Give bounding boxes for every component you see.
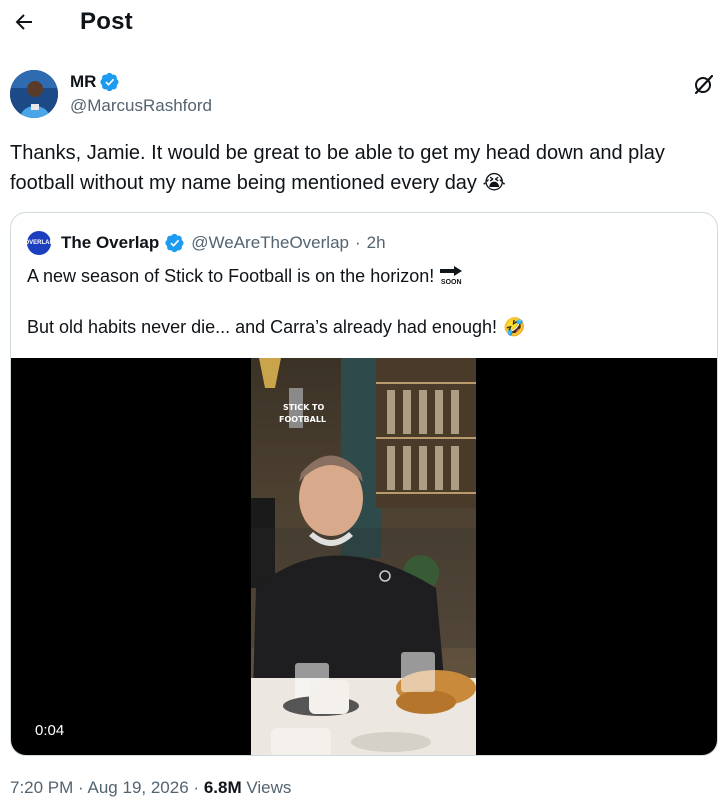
quote-line-2-text: But old habits never die... and Carra’s …: [27, 317, 497, 337]
top-header: Post: [0, 0, 726, 46]
post-body: Thanks, Jamie. It would be great to be a…: [10, 142, 665, 194]
quote-line-1: A new season of Stick to Football is on …: [27, 264, 463, 288]
author-handle[interactable]: @MarcusRashford: [70, 96, 212, 116]
quote-header: OVERLAP The Overlap @WeAreTheOverlap · 2…: [25, 231, 386, 255]
video-frame: STICK TO FOOTBALL: [251, 358, 476, 755]
show-logo-line-1: STICK TO: [283, 403, 325, 412]
laughing-emoji: 🤣: [502, 317, 526, 337]
grok-icon[interactable]: [692, 72, 716, 96]
author-name[interactable]: MR: [70, 72, 120, 92]
post-time[interactable]: 7:20 PM: [10, 778, 73, 797]
verified-badge-icon: [100, 72, 119, 92]
quote-author-handle[interactable]: @WeAreTheOverlap: [191, 233, 349, 253]
views-count[interactable]: 6.8M: [204, 778, 242, 797]
quoted-post[interactable]: OVERLAP The Overlap @WeAreTheOverlap · 2…: [10, 212, 718, 756]
post-meta: 7:20 PM · Aug 19, 2026 · 6.8M Views: [10, 778, 291, 798]
separator-dot: ·: [355, 233, 361, 252]
author-name-text: MR: [70, 72, 97, 91]
meta-dot: ·: [78, 778, 84, 797]
avatar[interactable]: [10, 70, 58, 118]
meta-dot: ·: [193, 778, 200, 797]
quote-line-1-text: A new season of Stick to Football is on …: [27, 266, 435, 286]
quote-author-name[interactable]: The Overlap: [61, 233, 159, 253]
quote-line-2: But old habits never die... and Carra’s …: [27, 315, 525, 339]
page-title: Post: [80, 8, 133, 35]
video-duration: 0:04: [35, 722, 65, 739]
arrow-left-icon[interactable]: [12, 10, 36, 34]
views-label: Views: [246, 778, 292, 797]
video-thumbnail: STICK TO FOOTBALL: [251, 358, 476, 755]
soon-arrow-icon: SOON: [440, 265, 463, 287]
post-date[interactable]: Aug 19, 2026: [88, 778, 189, 797]
post-author: MR @MarcusRashford: [10, 70, 716, 122]
show-logo-line-2: FOOTBALL: [279, 415, 326, 424]
crying-emoji: 😭: [482, 172, 506, 194]
quote-time[interactable]: 2h: [367, 233, 386, 253]
video-player[interactable]: STICK TO FOOTBALL 0:04: [11, 358, 717, 755]
soon-label: SOON: [440, 278, 462, 286]
post-text: Thanks, Jamie. It would be great to be a…: [10, 138, 722, 198]
quote-avatar[interactable]: OVERLAP: [25, 231, 54, 255]
verified-badge-icon: [165, 233, 184, 253]
